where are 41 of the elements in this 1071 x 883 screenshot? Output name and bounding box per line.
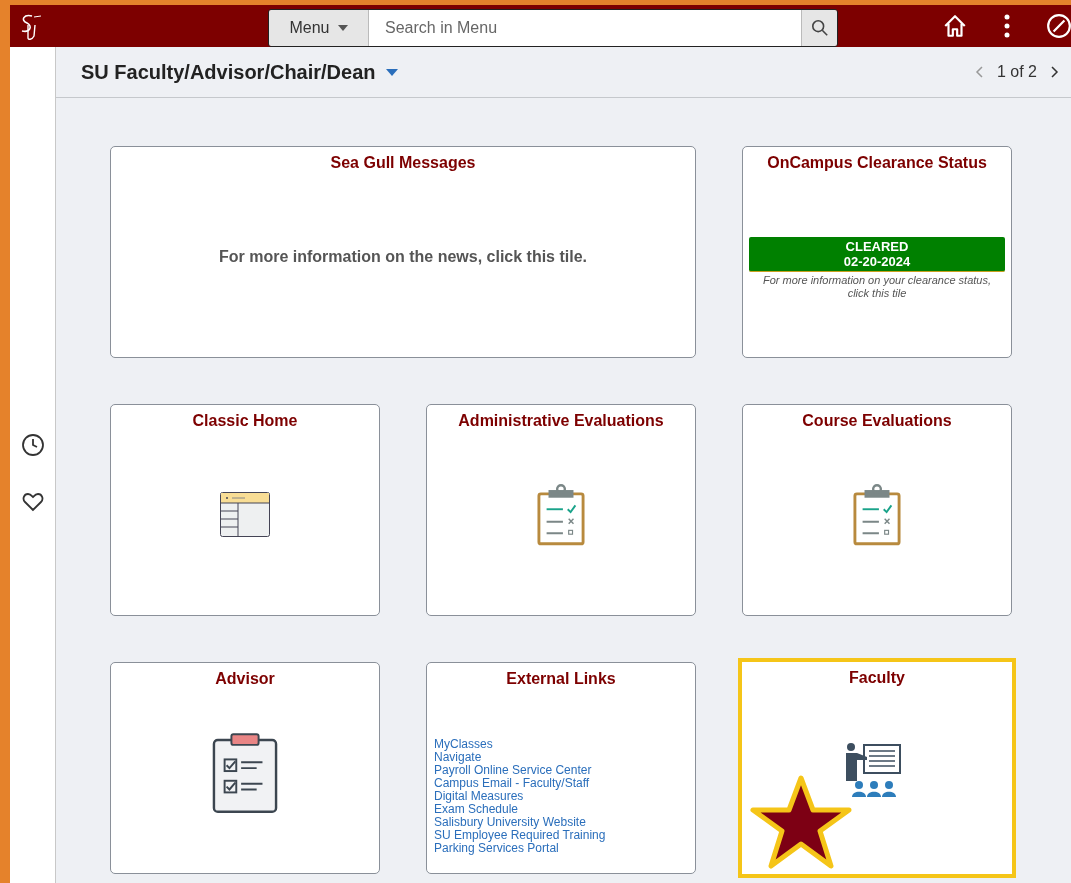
tile-title: Administrative Evaluations [457, 411, 665, 430]
home-icon[interactable] [942, 13, 968, 39]
tile-title: Course Evaluations [801, 411, 953, 430]
tile-title: Faculty [848, 668, 906, 687]
tile[interactable]: Classic Home [110, 404, 380, 616]
external-link[interactable]: Exam Schedule [434, 803, 695, 816]
tile-title: Advisor [214, 669, 276, 688]
external-link[interactable]: Navigate [434, 751, 695, 764]
clock-icon[interactable] [20, 433, 45, 457]
tile[interactable] [426, 662, 696, 874]
clipboard-icon [537, 483, 585, 546]
clearance-note: For more information on your clearance status, click this tile [761, 274, 992, 301]
external-link[interactable]: MyClasses [434, 738, 695, 751]
tile[interactable]: Advisor [110, 662, 380, 874]
tile-title: Classic Home [191, 411, 299, 430]
external-link[interactable]: Payroll Online Service Center [434, 764, 695, 777]
external-link[interactable]: SU Employee Required Training [434, 829, 695, 842]
tile[interactable]: OnCampus Clearance Status CLEARED 02-20-2024 For more information on your clearance status, click this tile [742, 146, 1012, 358]
clearance-status: CLEARED [844, 239, 910, 254]
tile[interactable]: Faculty [738, 658, 1016, 878]
tile-message: For more information on the news, click this tile. [218, 247, 588, 266]
next-page-icon[interactable] [1051, 66, 1059, 78]
tile[interactable]: Sea Gull Messages For more information on the news, click this tile. [110, 146, 696, 358]
clipboard-icon [853, 483, 901, 546]
heart-icon[interactable] [20, 490, 45, 514]
tile-title: Sea Gull Messages [329, 153, 477, 172]
homepage-selector[interactable]: SU Faculty/Advisor/Chair/Dean [81, 60, 398, 84]
external-link[interactable]: Digital Measures [434, 790, 695, 803]
tile[interactable]: Course Evaluations [742, 404, 1012, 616]
checklist-icon [212, 731, 278, 814]
external-link[interactable]: Parking Services Portal [434, 842, 695, 855]
clearance-date: 02-20-2024 [842, 254, 912, 269]
tile[interactable]: Administrative Evaluations [426, 404, 696, 616]
more-options-icon[interactable] [1004, 14, 1010, 38]
page-indicator: 1 of 2 [996, 63, 1037, 81]
table-layout-icon [220, 492, 270, 537]
caret-icon [385, 68, 398, 76]
tile-title: OnCampus Clearance Status [766, 153, 988, 172]
tile-title: External Links [505, 669, 617, 688]
external-link[interactable]: Campus Email - Faculty/Staff [434, 777, 695, 790]
external-link[interactable]: Salisbury University Website [434, 816, 695, 829]
